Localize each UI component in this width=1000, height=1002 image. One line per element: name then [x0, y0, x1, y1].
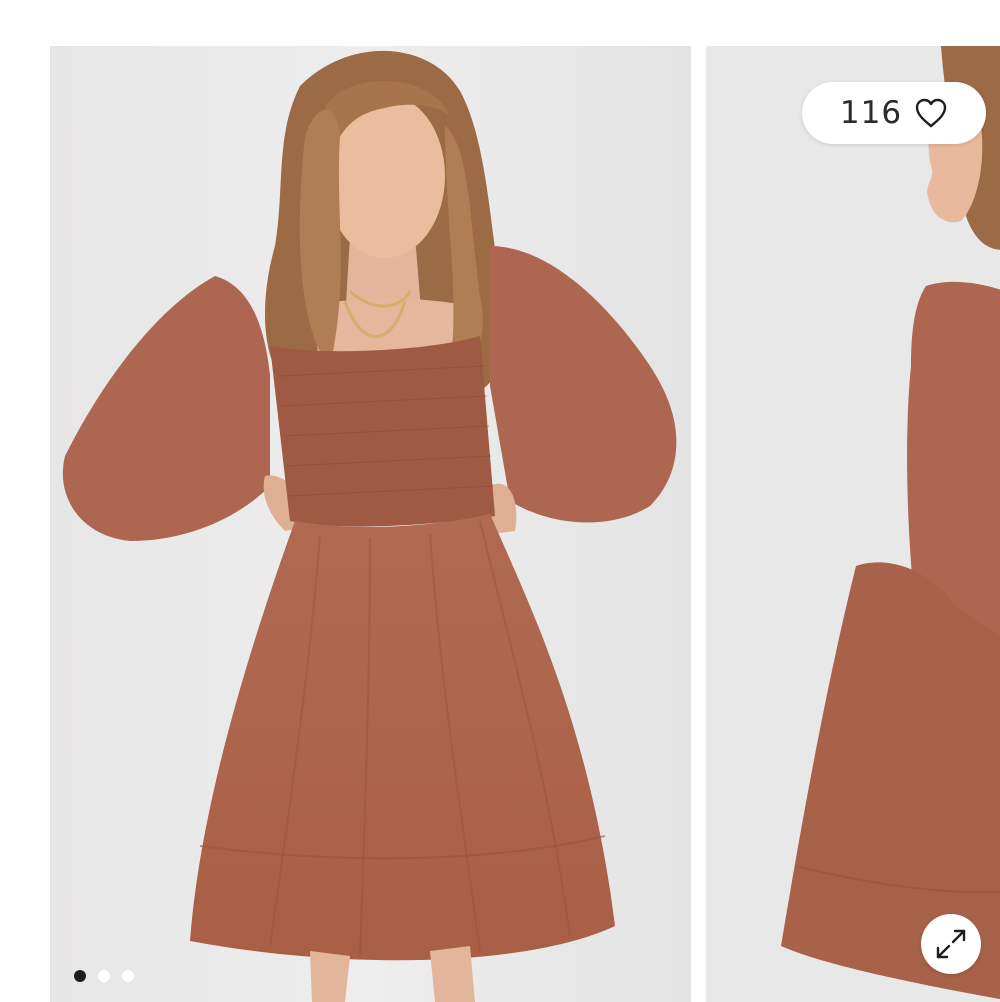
- pagination-dot-3[interactable]: [122, 970, 134, 982]
- product-image-gallery[interactable]: 116: [0, 0, 1000, 1002]
- model-side-image: [706, 46, 1000, 1002]
- favorite-count: 116: [839, 95, 903, 131]
- product-photo-side[interactable]: [706, 46, 1000, 1002]
- pagination-dot-2[interactable]: [98, 970, 110, 982]
- pagination-dot-1[interactable]: [74, 970, 86, 982]
- gallery-pagination: [74, 970, 134, 982]
- model-front-image: [50, 46, 691, 1002]
- heart-outline-icon: [915, 98, 947, 128]
- expand-image-button[interactable]: [921, 914, 981, 974]
- product-photo-front[interactable]: [50, 46, 691, 1002]
- expand-arrows-icon: [936, 929, 966, 959]
- favorite-button[interactable]: 116: [802, 82, 986, 144]
